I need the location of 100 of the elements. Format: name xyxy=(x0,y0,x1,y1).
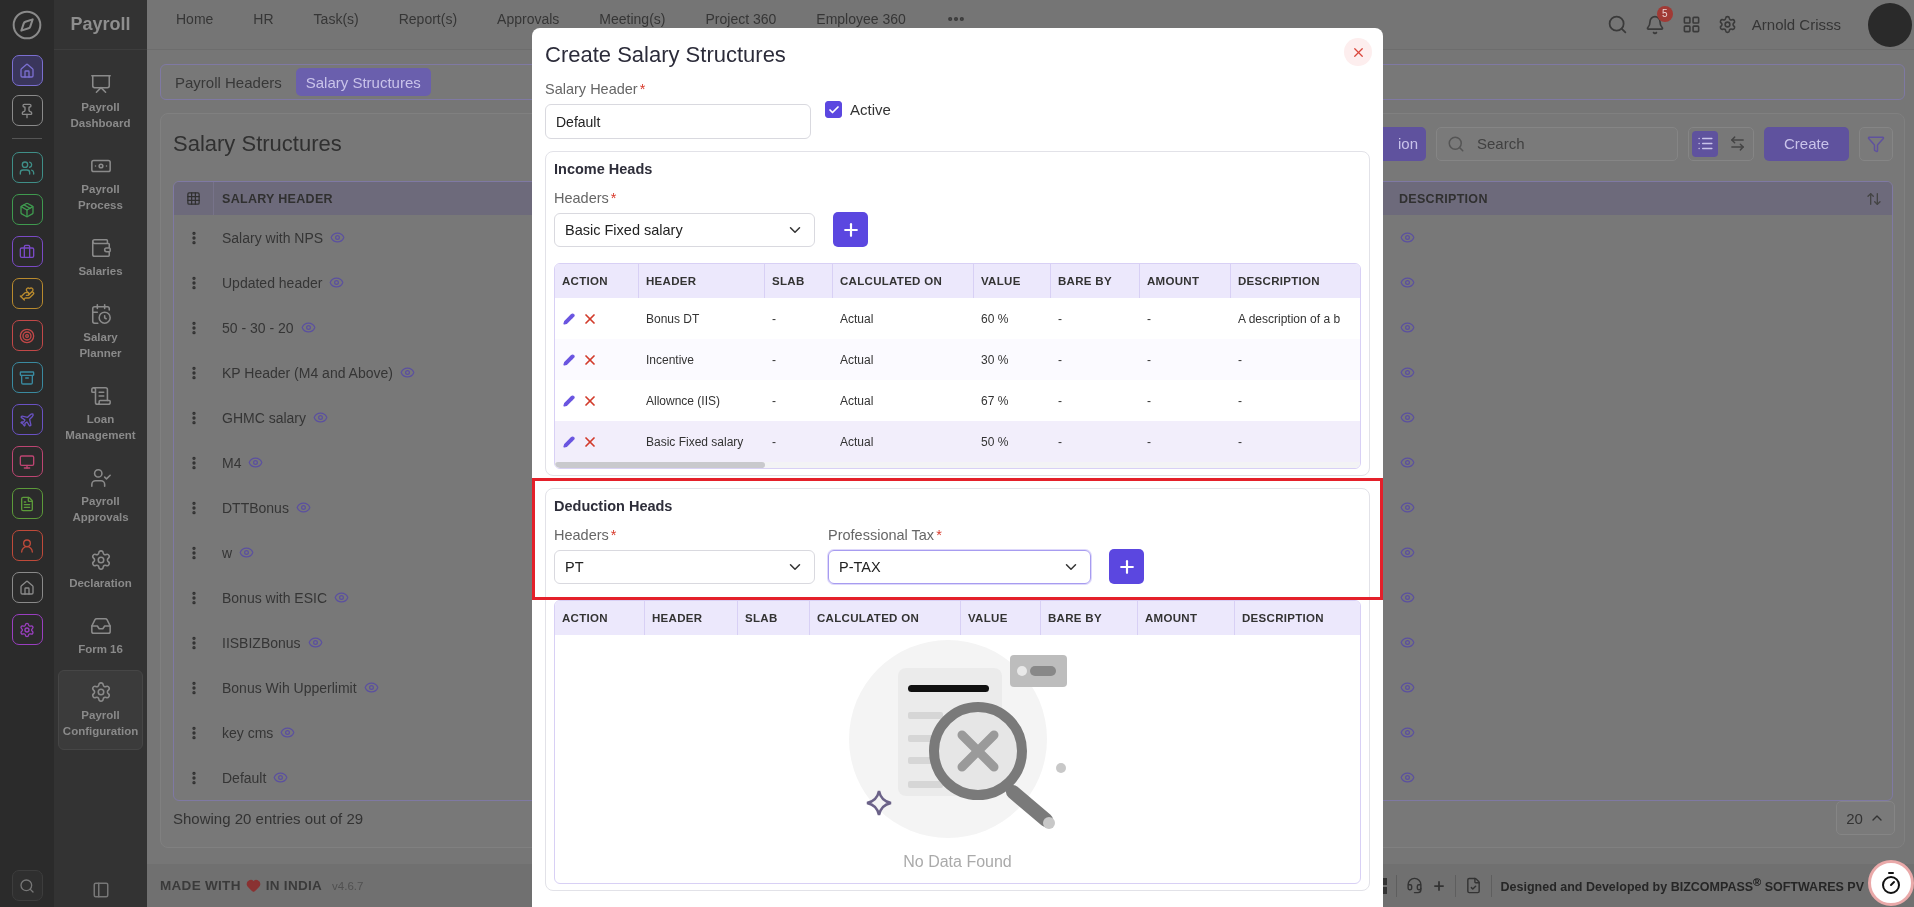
sidebar-item[interactable]: Declaration xyxy=(58,538,143,602)
app-button[interactable] xyxy=(11,236,43,267)
app-button[interactable] xyxy=(11,614,43,645)
dropdown-select[interactable]: P-TAX xyxy=(828,550,1091,584)
app-button[interactable] xyxy=(11,446,43,477)
nav-link[interactable]: Project 360 xyxy=(705,10,777,27)
eye-icon[interactable] xyxy=(1400,230,1415,245)
app-button[interactable] xyxy=(11,362,43,393)
settings-icon[interactable] xyxy=(1717,15,1737,34)
app-button[interactable] xyxy=(11,320,43,351)
search-icon[interactable] xyxy=(1606,14,1628,35)
avatar[interactable] xyxy=(1868,2,1912,47)
add-button[interactable] xyxy=(833,212,868,247)
tab[interactable]: Payroll Headers xyxy=(165,68,292,96)
document-check-icon[interactable] xyxy=(1464,877,1482,894)
pencil-icon[interactable] xyxy=(563,394,575,407)
salary-header-input[interactable]: Default xyxy=(545,104,811,139)
tab[interactable]: Salary Structures xyxy=(295,68,431,96)
eye-icon[interactable] xyxy=(1400,680,1415,695)
sidebar-item[interactable]: Salaries xyxy=(58,226,143,290)
horizontal-scrollbar[interactable] xyxy=(555,462,1360,468)
app-button[interactable] xyxy=(11,278,43,309)
pencil-icon[interactable] xyxy=(563,312,575,325)
eye-icon[interactable] xyxy=(295,500,311,515)
eye-icon[interactable] xyxy=(248,455,264,470)
sidebar-item[interactable]: Form 16 xyxy=(58,604,143,668)
sidebar-item[interactable]: Payroll Process xyxy=(58,144,143,224)
app-button[interactable] xyxy=(11,404,43,435)
user-name[interactable]: Arnold Crisss xyxy=(1751,16,1841,33)
eye-icon[interactable] xyxy=(1400,410,1415,425)
headset-icon[interactable] xyxy=(1405,877,1423,894)
sidebar-item[interactable]: Payroll Dashboard xyxy=(58,62,143,142)
eye-icon[interactable] xyxy=(330,230,346,245)
table-cell-text: - xyxy=(1146,311,1152,326)
eye-icon[interactable] xyxy=(363,680,379,695)
eye-icon[interactable] xyxy=(307,635,323,650)
eye-icon[interactable] xyxy=(1400,725,1415,740)
nav-link[interactable]: Home xyxy=(176,10,214,27)
search-field[interactable]: Search xyxy=(1436,126,1678,161)
page-title: Salary Structures xyxy=(173,130,342,157)
grid-icon[interactable] xyxy=(186,191,201,206)
table-cell-text: Bonus DT xyxy=(645,311,701,326)
eye-icon[interactable] xyxy=(280,725,296,740)
app-button[interactable] xyxy=(11,55,43,86)
eye-icon[interactable] xyxy=(313,410,328,425)
nav-link[interactable]: Employee 360 xyxy=(816,10,906,27)
view-button[interactable] xyxy=(1692,130,1718,157)
eye-icon[interactable] xyxy=(1400,590,1415,605)
filter-button[interactable] xyxy=(1859,126,1893,161)
nav-link[interactable]: Report(s) xyxy=(398,10,458,27)
eye-icon[interactable] xyxy=(1400,635,1415,650)
dropdown-select[interactable]: Basic Fixed salary xyxy=(554,213,815,247)
sidebar-item[interactable]: Salary Planner xyxy=(58,292,143,372)
sidebar-item[interactable]: Payroll Configuration xyxy=(58,670,143,750)
eye-icon[interactable] xyxy=(1400,320,1415,335)
table-cell-text: Allownce (IIS) xyxy=(645,393,722,408)
eye-icon[interactable] xyxy=(300,320,316,335)
pencil-icon[interactable] xyxy=(563,353,575,366)
nav-link[interactable]: HR xyxy=(253,10,274,27)
field-label: Headers* xyxy=(554,526,618,544)
sidebar-item[interactable]: Loan Management xyxy=(58,374,143,454)
eye-icon[interactable] xyxy=(1400,770,1415,785)
eye-icon[interactable] xyxy=(1400,455,1415,470)
field-label: Headers* xyxy=(554,189,618,207)
eye-icon[interactable] xyxy=(399,365,415,380)
eye-icon[interactable] xyxy=(334,590,350,605)
nav-link[interactable]: Approvals xyxy=(497,10,560,27)
eye-icon[interactable] xyxy=(1400,365,1415,380)
close-button[interactable] xyxy=(1344,38,1372,66)
eye-icon[interactable] xyxy=(1400,275,1415,290)
apps-grid-icon[interactable] xyxy=(1681,15,1701,34)
active-checkbox[interactable] xyxy=(825,101,842,118)
dropdown-select[interactable]: PT xyxy=(554,550,815,584)
pencil-icon[interactable] xyxy=(563,435,575,448)
table-cell-text: - xyxy=(771,352,777,367)
nav-link[interactable]: Meeting(s) xyxy=(599,10,666,27)
eye-icon[interactable] xyxy=(273,770,289,785)
table-cell-text: - xyxy=(1146,434,1152,449)
add-button[interactable] xyxy=(1109,549,1144,584)
page-size-select[interactable]: 20 xyxy=(1836,801,1895,835)
eye-icon[interactable] xyxy=(1400,545,1415,560)
eye-icon[interactable] xyxy=(1400,500,1415,515)
nav-link[interactable]: Task(s) xyxy=(313,10,359,27)
app-button[interactable] xyxy=(11,152,43,183)
sort-icon[interactable] xyxy=(1866,190,1882,207)
plus-icon[interactable] xyxy=(1431,878,1446,893)
pin-icon xyxy=(19,102,35,119)
eye-icon[interactable] xyxy=(239,545,255,560)
app-button[interactable] xyxy=(11,194,43,225)
app-button[interactable] xyxy=(11,488,43,519)
create-button[interactable]: Create xyxy=(1764,126,1849,161)
app-button[interactable] xyxy=(11,572,43,603)
sidebar-item[interactable]: Payroll Approvals xyxy=(58,456,143,536)
app-button[interactable] xyxy=(11,95,43,126)
table-cell: IISBIZBonus xyxy=(222,634,301,651)
eye-icon[interactable] xyxy=(329,275,345,290)
search-button[interactable] xyxy=(11,870,43,901)
app-button[interactable] xyxy=(11,530,43,561)
collapse-sidebar-icon[interactable] xyxy=(91,881,110,899)
wallet-icon xyxy=(89,237,112,259)
